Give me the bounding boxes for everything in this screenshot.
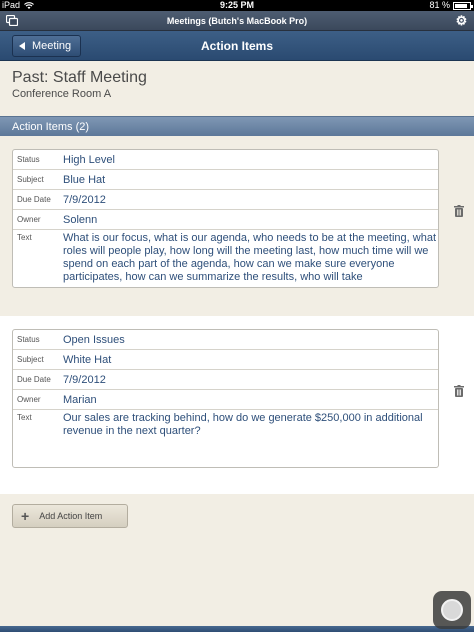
status-value[interactable]: Open Issues <box>59 334 125 346</box>
battery-percent: 81 % <box>429 0 450 10</box>
navigation-bar: Meeting Action Items <box>0 31 474 61</box>
text-field[interactable]: Text What is our focus, what is our agen… <box>13 230 438 287</box>
due-date-value[interactable]: 7/9/2012 <box>59 374 106 386</box>
add-action-item-button[interactable]: + Add Action Item <box>12 504 128 528</box>
subject-field[interactable]: Subject White Hat <box>13 350 438 370</box>
clock: 9:25 PM <box>219 0 254 10</box>
meeting-header: Past: Staff Meeting Conference Room A <box>0 61 474 116</box>
owner-value[interactable]: Marian <box>59 394 97 406</box>
field-label: Owner <box>17 395 41 404</box>
list-item[interactable]: Status Open Issues Subject White Hat Due… <box>0 316 474 494</box>
field-label: Due Date <box>17 375 51 384</box>
owner-field[interactable]: Owner Solenn <box>13 210 438 230</box>
page-title: Action Items <box>200 39 273 53</box>
field-label: Subject <box>17 175 44 184</box>
field-label: Subject <box>17 355 44 364</box>
owner-field[interactable]: Owner Marian <box>13 390 438 410</box>
meeting-title: Past: Staff Meeting <box>12 69 147 86</box>
due-date-field[interactable]: Due Date 7/9/2012 <box>13 190 438 210</box>
action-item-card[interactable]: Status High Level Subject Blue Hat Due D… <box>12 149 439 288</box>
trash-icon[interactable] <box>454 205 464 217</box>
text-field[interactable]: Text Our sales are tracking behind, how … <box>13 410 438 467</box>
trash-icon[interactable] <box>454 385 464 397</box>
status-bar: iPad 9:25 PM 81 % <box>0 0 474 11</box>
window-title-bar: Meetings (Butch's MacBook Pro) ⚙ <box>0 11 474 31</box>
field-label: Status <box>17 155 40 164</box>
field-label: Owner <box>17 215 41 224</box>
due-date-value[interactable]: 7/9/2012 <box>59 194 106 206</box>
windows-icon[interactable] <box>6 15 18 26</box>
section-header: Action Items (2) <box>0 116 474 136</box>
due-date-field[interactable]: Due Date 7/9/2012 <box>13 370 438 390</box>
subject-value[interactable]: Blue Hat <box>59 174 105 186</box>
assistive-touch-icon[interactable] <box>433 591 471 629</box>
status-field[interactable]: Status High Level <box>13 150 438 170</box>
plus-icon: + <box>21 508 30 524</box>
gear-icon[interactable]: ⚙ <box>455 14 468 27</box>
status-field[interactable]: Status Open Issues <box>13 330 438 350</box>
meeting-room: Conference Room A <box>12 88 112 100</box>
text-value[interactable]: What is our focus, what is our agenda, w… <box>59 230 437 284</box>
field-label: Text <box>17 233 32 242</box>
field-label: Text <box>17 413 32 422</box>
window-title: Meetings (Butch's MacBook Pro) <box>166 16 308 26</box>
owner-value[interactable]: Solenn <box>59 214 97 226</box>
action-item-card[interactable]: Status Open Issues Subject White Hat Due… <box>12 329 439 468</box>
add-action-item-label: Add Action Item <box>39 511 103 521</box>
field-label: Due Date <box>17 195 51 204</box>
status-value[interactable]: High Level <box>59 154 115 166</box>
battery-icon <box>453 1 473 10</box>
text-value[interactable]: Our sales are tracking behind, how do we… <box>59 410 437 464</box>
list-item[interactable]: Status High Level Subject Blue Hat Due D… <box>0 136 474 316</box>
bottom-toolbar <box>0 626 474 632</box>
subject-value[interactable]: White Hat <box>59 354 111 366</box>
action-items-list: Status High Level Subject Blue Hat Due D… <box>0 136 474 626</box>
field-label: Status <box>17 335 40 344</box>
subject-field[interactable]: Subject Blue Hat <box>13 170 438 190</box>
